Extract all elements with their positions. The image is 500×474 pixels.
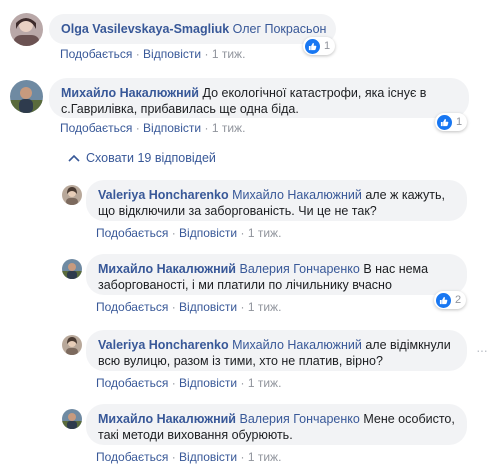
- like-link[interactable]: Подобається: [96, 376, 168, 390]
- reply-actions: Подобається · Відповісти · 1 тиж.: [96, 376, 282, 390]
- user-photo-icon: [62, 259, 82, 279]
- user-photo-icon: [10, 80, 43, 113]
- reply-author[interactable]: Михайло Накалюжний: [98, 262, 236, 276]
- reaction-number: 1: [324, 40, 331, 52]
- reaction-count[interactable]: 1: [303, 37, 336, 55]
- reply-time[interactable]: 1 тиж.: [248, 300, 282, 314]
- like-link[interactable]: Подобається: [60, 121, 132, 135]
- comment-mention[interactable]: Олег Покрасьон: [233, 22, 327, 36]
- reply-link[interactable]: Відповісти: [143, 121, 201, 135]
- reply-link[interactable]: Відповісти: [179, 300, 237, 314]
- like-link[interactable]: Подобається: [60, 47, 132, 61]
- reply-mention[interactable]: Валерия Гончаренко: [239, 262, 359, 276]
- comment-time[interactable]: 1 тиж.: [212, 121, 246, 135]
- comment-time[interactable]: 1 тиж.: [212, 47, 246, 61]
- hide-replies-button[interactable]: Сховати 19 відповідей: [68, 151, 216, 165]
- reply-author[interactable]: Valeriya Honcharenko: [98, 338, 229, 352]
- like-link[interactable]: Подобається: [96, 450, 168, 464]
- user-photo-icon: [62, 185, 82, 205]
- like-link[interactable]: Подобається: [96, 300, 168, 314]
- avatar[interactable]: [62, 185, 82, 205]
- reply-mention[interactable]: Валерия Гончаренко: [239, 412, 359, 426]
- reply-bubble: Valeriya Honcharenko Михайло Накалюжний …: [86, 330, 467, 371]
- reply-bubble: Михайло Накалюжний Валерия Гончаренко В …: [86, 254, 467, 295]
- reply-link[interactable]: Відповісти: [179, 226, 237, 240]
- user-photo-icon: [62, 409, 82, 429]
- comment-author[interactable]: Михайло Накалюжний: [61, 86, 199, 100]
- reply-link[interactable]: Відповісти: [179, 376, 237, 390]
- avatar[interactable]: [62, 335, 82, 355]
- reaction-number: 1: [456, 116, 463, 128]
- reply-bubble: Valeriya Honcharenko Михайло Накалюжний …: [86, 180, 467, 221]
- reply-mention[interactable]: Михайло Накалюжний: [232, 338, 362, 352]
- reply-author[interactable]: Михайло Накалюжний: [98, 412, 236, 426]
- comment-author[interactable]: Olga Vasilevskaya-Smagliuk: [61, 22, 229, 36]
- avatar[interactable]: [62, 259, 82, 279]
- reply-time[interactable]: 1 тиж.: [248, 226, 282, 240]
- like-icon: [437, 114, 452, 130]
- like-link[interactable]: Подобається: [96, 226, 168, 240]
- like-icon: [305, 38, 320, 54]
- reaction-count[interactable]: 1: [435, 113, 468, 131]
- reply-author[interactable]: Valeriya Honcharenko: [98, 188, 229, 202]
- comment-actions: Подобається · Відповісти · 1 тиж.: [60, 47, 246, 61]
- like-icon: [436, 292, 451, 308]
- hide-replies-label: Сховати 19 відповідей: [86, 151, 216, 165]
- reply-link[interactable]: Відповісти: [143, 47, 201, 61]
- reply-mention[interactable]: Михайло Накалюжний: [232, 188, 362, 202]
- reply-time[interactable]: 1 тиж.: [248, 450, 282, 464]
- comment-bubble: Olga Vasilevskaya-Smagliuk Олег Покрасьо…: [49, 14, 336, 44]
- comment-bubble: Михайло Накалюжний До екологічної катаст…: [49, 78, 469, 118]
- user-photo-icon: [10, 13, 43, 46]
- reaction-count[interactable]: 2: [434, 291, 467, 309]
- avatar[interactable]: [10, 80, 43, 113]
- avatar[interactable]: [62, 409, 82, 429]
- more-options-icon[interactable]: ···: [476, 342, 488, 358]
- reply-actions: Подобається · Відповісти · 1 тиж.: [96, 300, 282, 314]
- avatar[interactable]: [10, 13, 43, 46]
- reply-actions: Подобається · Відповісти · 1 тиж.: [96, 450, 282, 464]
- chevron-up-icon: [68, 154, 80, 162]
- user-photo-icon: [62, 335, 82, 355]
- reply-actions: Подобається · Відповісти · 1 тиж.: [96, 226, 282, 240]
- reply-time[interactable]: 1 тиж.: [248, 376, 282, 390]
- comment-actions: Подобається · Відповісти · 1 тиж.: [60, 121, 246, 135]
- reaction-number: 2: [455, 294, 462, 306]
- reply-link[interactable]: Відповісти: [179, 450, 237, 464]
- reply-bubble: Михайло Накалюжний Валерия Гончаренко Ме…: [86, 404, 467, 445]
